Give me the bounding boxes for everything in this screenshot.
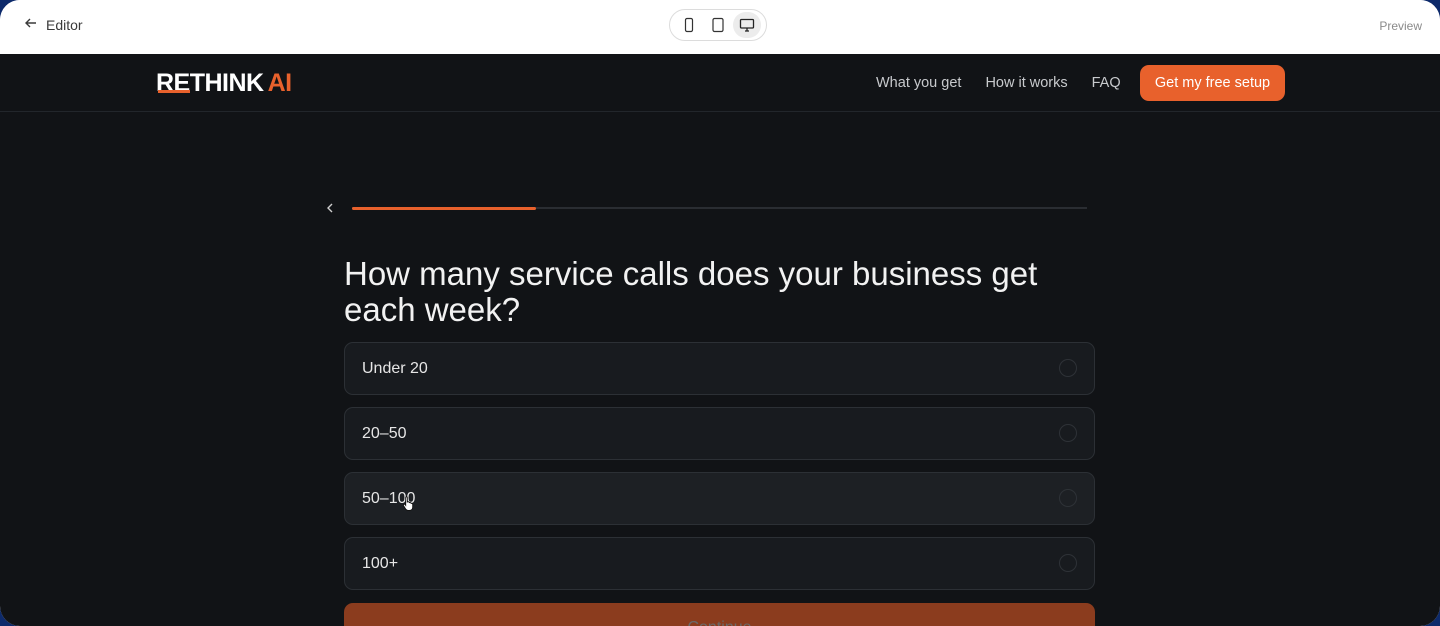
logo-part-re: RE (156, 69, 190, 97)
logo-part-think: THINK (189, 69, 264, 97)
device-desktop-button[interactable] (733, 12, 762, 38)
rethink-ai-logo[interactable]: RETHINK AI (156, 70, 292, 96)
back-label: Editor (46, 16, 83, 33)
phone-icon (684, 17, 693, 33)
nav-link-what-you-get[interactable]: What you get (876, 75, 961, 91)
back-to-editor-link[interactable]: Editor (24, 16, 83, 33)
quiz-progress-bar (352, 206, 1087, 210)
option-label: 20–50 (362, 425, 407, 442)
radio-circle-icon (1059, 359, 1077, 377)
tablet-icon (712, 17, 724, 33)
logo-part-ai: AI (267, 69, 293, 97)
monitor-icon (740, 18, 755, 32)
quiz-option-50-100[interactable]: 50–100 (344, 472, 1095, 525)
radio-circle-icon (1059, 489, 1077, 507)
device-tablet-button[interactable] (704, 12, 732, 38)
quiz-question: How many service calls does your busines… (344, 255, 1038, 328)
radio-circle-icon (1059, 424, 1077, 442)
radio-circle-icon (1059, 554, 1077, 572)
continue-button[interactable]: Continue (344, 603, 1095, 626)
site-navbar: RETHINK AI What you get How it works FAQ … (0, 54, 1440, 112)
editor-toolbar: Editor Preview (0, 0, 1440, 54)
nav-links: What you get How it works FAQ (876, 75, 1121, 91)
quiz-option-20-50[interactable]: 20–50 (344, 407, 1095, 460)
preview-label: Preview (1379, 19, 1422, 33)
pointer-cursor-icon (402, 496, 414, 511)
get-free-setup-button[interactable]: Get my free setup (1140, 65, 1285, 101)
quiz-progress-fill (352, 206, 536, 210)
quiz-option-under-20[interactable]: Under 20 (344, 342, 1095, 395)
nav-link-faq[interactable]: FAQ (1092, 75, 1121, 91)
site-preview: RETHINK AI What you get How it works FAQ … (0, 54, 1440, 626)
chevron-left-icon[interactable] (322, 200, 338, 216)
quiz-option-100-plus[interactable]: 100+ (344, 537, 1095, 590)
app-frame: Editor Preview RETHINK AI What you get H… (0, 0, 1440, 626)
quiz-options: Under 20 20–50 50–100 100+ (344, 342, 1095, 602)
option-label: Under 20 (362, 360, 428, 377)
nav-link-how-it-works[interactable]: How it works (985, 75, 1067, 91)
device-switcher (669, 9, 767, 41)
device-mobile-button[interactable] (675, 12, 703, 38)
option-label: 100+ (362, 555, 399, 572)
arrow-left-icon (24, 16, 38, 33)
